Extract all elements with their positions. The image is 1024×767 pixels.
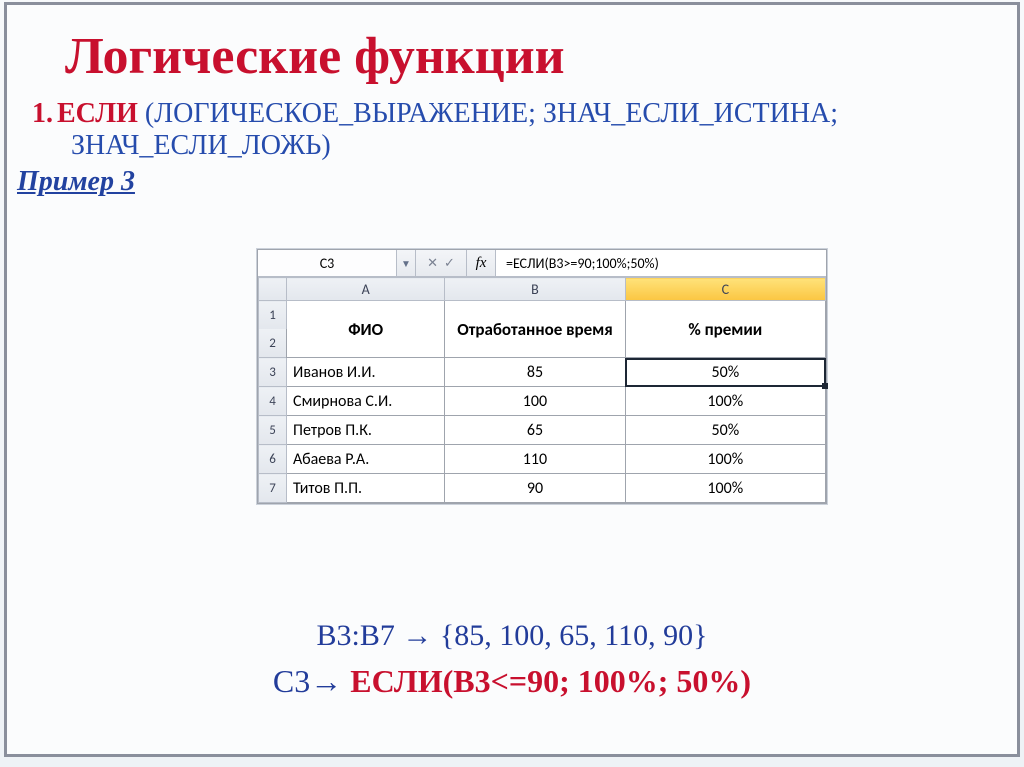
formula-bar-buttons: ✕ ✓ (416, 250, 467, 276)
cell[interactable]: 100% (625, 474, 825, 503)
cell[interactable]: Титов П.П. (287, 474, 445, 503)
fx-icon[interactable]: fx (467, 250, 496, 276)
excel-snippet: C3 ▼ ✕ ✓ fx =ЕСЛИ(B3>=90;100%;50%) A B C… (257, 249, 827, 504)
row-header[interactable]: 3 (259, 358, 287, 387)
row-header[interactable]: 7 (259, 474, 287, 503)
cell[interactable]: 110 (445, 445, 625, 474)
selected-cell[interactable]: 50% (625, 358, 825, 387)
syntax-part1: (ЛОГИЧЕСКОЕ_ВЫРАЖЕНИЕ; ЗНАЧ_ЕСЛИ_ИСТИНА; (138, 98, 838, 129)
cell[interactable]: 50% (625, 416, 825, 445)
row-header[interactable]: 6 (259, 445, 287, 474)
formula-input[interactable]: =ЕСЛИ(B3>=90;100%;50%) (496, 250, 826, 276)
cancel-icon[interactable]: ✕ (427, 256, 438, 271)
name-box[interactable]: C3 (258, 250, 397, 276)
cell[interactable]: Иванов И.И. (287, 358, 445, 387)
range-ref: B3:B7 (316, 619, 394, 652)
syntax-block: 1. ЕСЛИ (ЛОГИЧЕСКОЕ_ВЫРАЖЕНИЕ; ЗНАЧ_ЕСЛИ… (13, 98, 1017, 162)
name-box-dropdown-icon[interactable]: ▼ (397, 250, 416, 276)
formula-expression: ЕСЛИ(B3<=90; 100%; 50%) (350, 663, 751, 699)
bottom-formulas: B3:B7 → {85, 100, 65, 110, 90} C3→ ЕСЛИ(… (7, 619, 1017, 700)
syntax-part2: ЗНАЧ_ЕСЛИ_ЛОЖЬ) (71, 130, 1017, 162)
row-header-2[interactable]: 2 (259, 329, 287, 358)
table-row: 6 Абаева Р.А. 110 100% (259, 445, 826, 474)
header-time[interactable]: Отработанное время (445, 301, 625, 358)
table-row: 5 Петров П.К. 65 50% (259, 416, 826, 445)
list-number: 1. (19, 98, 53, 130)
select-all-corner[interactable] (259, 278, 287, 301)
cell[interactable]: Абаева Р.А. (287, 445, 445, 474)
cell[interactable]: 100% (625, 387, 825, 416)
col-header-B[interactable]: B (445, 278, 625, 301)
arrow-icon: → (395, 619, 440, 652)
example-link[interactable]: Пример 3 (17, 166, 1017, 198)
enter-icon[interactable]: ✓ (444, 256, 455, 271)
arrow-icon: → (310, 663, 350, 699)
cell[interactable]: 100% (625, 445, 825, 474)
slide-title: Логические функции (65, 27, 1017, 86)
row-header[interactable]: 4 (259, 387, 287, 416)
row-header-1[interactable]: 1 (259, 301, 287, 330)
cell[interactable]: 65 (445, 416, 625, 445)
formula-bar: C3 ▼ ✕ ✓ fx =ЕСЛИ(B3>=90;100%;50%) (258, 250, 826, 277)
cell[interactable]: 85 (445, 358, 625, 387)
header-bonus[interactable]: % премии (625, 301, 825, 358)
cell[interactable]: 90 (445, 474, 625, 503)
cell[interactable]: Петров П.К. (287, 416, 445, 445)
slide: Логические функции 1. ЕСЛИ (ЛОГИЧЕСКОЕ_В… (4, 2, 1020, 757)
col-header-A[interactable]: A (287, 278, 445, 301)
cell-ref: C3 (273, 663, 310, 699)
range-values: {85, 100, 65, 110, 90} (440, 619, 708, 652)
function-name: ЕСЛИ (57, 98, 138, 129)
row-header[interactable]: 5 (259, 416, 287, 445)
cell[interactable]: Смирнова С.И. (287, 387, 445, 416)
col-header-C[interactable]: C (625, 278, 825, 301)
spreadsheet[interactable]: A B C 1 ФИО Отработанное время % премии … (258, 277, 826, 503)
table-row: 3 Иванов И.И. 85 50% (259, 358, 826, 387)
table-row: 4 Смирнова С.И. 100 100% (259, 387, 826, 416)
header-fio[interactable]: ФИО (287, 301, 445, 358)
table-row: 7 Титов П.П. 90 100% (259, 474, 826, 503)
cell[interactable]: 100 (445, 387, 625, 416)
